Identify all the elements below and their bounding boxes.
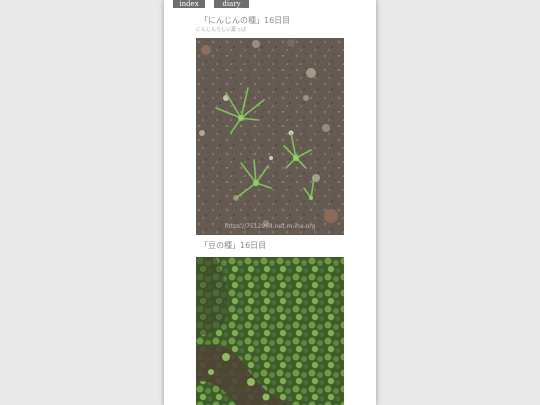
entry-caption: 「にんじんの種」16日目: [200, 16, 291, 25]
bean-sprouts-image: [196, 257, 344, 405]
carrot-seedlings-image: [196, 38, 344, 235]
bean-sprouts-photo: [196, 257, 344, 405]
entry-subcaption: にんじんらしい葉っぱ: [196, 27, 247, 33]
photo-watermark: https://7512964.net.m-ina.org: [224, 223, 316, 230]
diary-index-button[interactable]: diary index: [214, 0, 249, 16]
diary-page: index diary index 「にんじんの種」16日目 にんじんらしい葉っ…: [164, 0, 376, 405]
top-nav: index diary index: [164, 0, 376, 16]
index-button[interactable]: index: [173, 0, 205, 8]
carrot-seedlings-photo: https://7512964.net.m-ina.org: [196, 38, 344, 235]
entry-caption: 「豆の種」16日目: [200, 241, 267, 250]
